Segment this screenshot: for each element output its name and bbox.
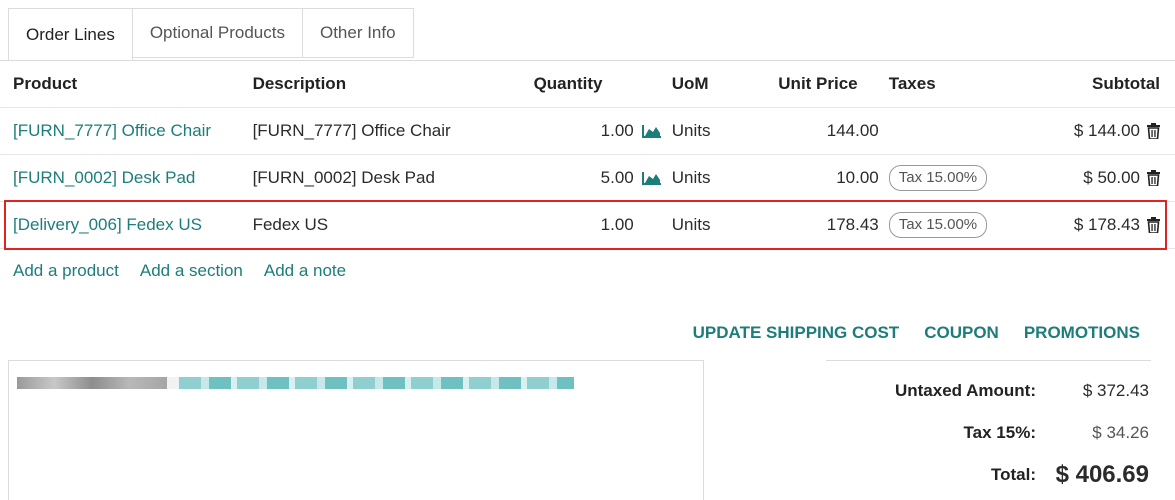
line-product[interactable]: [Delivery_006] Fedex US (0, 201, 253, 249)
line-description[interactable]: [FURN_7777] Office Chair (252, 107, 509, 155)
line-description[interactable]: [FURN_0002] Desk Pad (252, 154, 509, 202)
coupon-button[interactable]: COUPON (924, 323, 999, 343)
order-totals: Untaxed Amount: $ 372.43 Tax 15%: $ 34.2… (826, 370, 1151, 496)
table-row[interactable]: [FURN_7777] Office Chair [FURN_7777] Off… (0, 107, 1175, 155)
tax-row: Tax 15%: $ 34.26 (826, 412, 1151, 454)
line-subtotal: $ 178.43 (1073, 215, 1140, 234)
area-chart-icon[interactable] (641, 171, 662, 185)
tax-badge[interactable]: Tax 15.00% (888, 165, 988, 191)
add-product-link[interactable]: Add a product (13, 261, 119, 281)
table-header: Product Description Quantity UoM Unit Pr… (0, 61, 1175, 108)
line-subtotal-cell: $ 50.00 (1027, 154, 1175, 202)
line-product[interactable]: [FURN_7777] Office Chair (0, 107, 253, 155)
line-quantity: 5.00 (600, 168, 634, 187)
total-row: Total: $ 406.69 (826, 454, 1151, 496)
untaxed-amount-label: Untaxed Amount: (894, 381, 1036, 400)
column-unit-price[interactable]: Unit Price (765, 61, 878, 108)
line-subtotal: $ 50.00 (1083, 168, 1140, 187)
column-subtotal[interactable]: Subtotal (1027, 61, 1175, 108)
add-note-link[interactable]: Add a note (264, 261, 346, 281)
table-row[interactable]: [FURN_0002] Desk Pad [FURN_0002] Desk Pa… (0, 154, 1175, 202)
line-unit-price[interactable]: 10.00 (765, 154, 879, 202)
tab-other-info[interactable]: Other Info (302, 8, 414, 58)
line-taxes[interactable] (878, 107, 1027, 155)
line-unit-price[interactable]: 144.00 (765, 107, 879, 155)
line-uom[interactable]: Units (671, 107, 766, 155)
promotions-button[interactable]: PROMOTIONS (1024, 323, 1140, 343)
update-shipping-cost-button[interactable]: UPDATE SHIPPING COST (693, 323, 900, 343)
line-quantity-cell[interactable]: 1.00 (508, 107, 672, 155)
line-unit-price[interactable]: 178.43 (765, 201, 879, 249)
line-subtotal-cell: $ 144.00 (1027, 107, 1175, 155)
add-section-link[interactable]: Add a section (140, 261, 243, 281)
line-quantity: 1.00 (600, 215, 634, 234)
column-product[interactable]: Product (0, 61, 253, 108)
trash-icon[interactable] (1147, 170, 1160, 186)
tax-value: $ 34.26 (1092, 423, 1149, 442)
line-quantity: 1.00 (600, 121, 634, 140)
area-chart-icon[interactable] (641, 124, 662, 138)
tab-optional-products[interactable]: Optional Products (132, 8, 303, 58)
column-description[interactable]: Description (253, 61, 509, 108)
line-quantity-cell[interactable]: 1.00 (508, 201, 672, 249)
totals-divider (826, 360, 1151, 361)
line-subtotal-cell: $ 178.43 (1027, 201, 1175, 249)
trash-icon[interactable] (1147, 217, 1160, 233)
notebook-tabs: Order Lines Optional Products Other Info (8, 8, 414, 61)
untaxed-amount-row: Untaxed Amount: $ 372.43 (826, 370, 1151, 412)
untaxed-amount-value: $ 372.43 (1082, 381, 1149, 400)
column-uom[interactable]: UoM (672, 61, 766, 108)
tax-badge[interactable]: Tax 15.00% (888, 212, 988, 238)
line-taxes[interactable]: Tax 15.00% (878, 154, 1027, 202)
line-product[interactable]: [FURN_0002] Desk Pad (0, 154, 253, 202)
line-subtotal: $ 144.00 (1073, 121, 1140, 140)
table-row[interactable]: [Delivery_006] Fedex US Fedex US 1.00 Un… (0, 201, 1175, 249)
column-quantity[interactable]: Quantity (509, 61, 672, 108)
line-quantity-cell[interactable]: 5.00 (508, 154, 672, 202)
total-label: Total: (990, 465, 1036, 484)
order-lines-table: Product Description Quantity UoM Unit Pr… (0, 61, 1175, 249)
line-uom[interactable]: Units (671, 201, 766, 249)
add-line-links: Add a product Add a section Add a note (13, 261, 346, 281)
line-taxes[interactable]: Tax 15.00% (878, 201, 1027, 249)
line-description[interactable]: Fedex US (252, 201, 509, 249)
total-value: $ 406.69 (1055, 461, 1149, 488)
terms-notes-field[interactable] (8, 360, 704, 500)
tab-order-lines[interactable]: Order Lines (8, 8, 133, 61)
line-uom[interactable]: Units (671, 154, 766, 202)
order-actions: UPDATE SHIPPING COST COUPON PROMOTIONS (693, 323, 1140, 343)
trash-icon[interactable] (1147, 123, 1160, 139)
tax-label: Tax 15%: (963, 423, 1036, 442)
blurred-note-text (17, 377, 574, 389)
column-taxes[interactable]: Taxes (879, 61, 1027, 108)
